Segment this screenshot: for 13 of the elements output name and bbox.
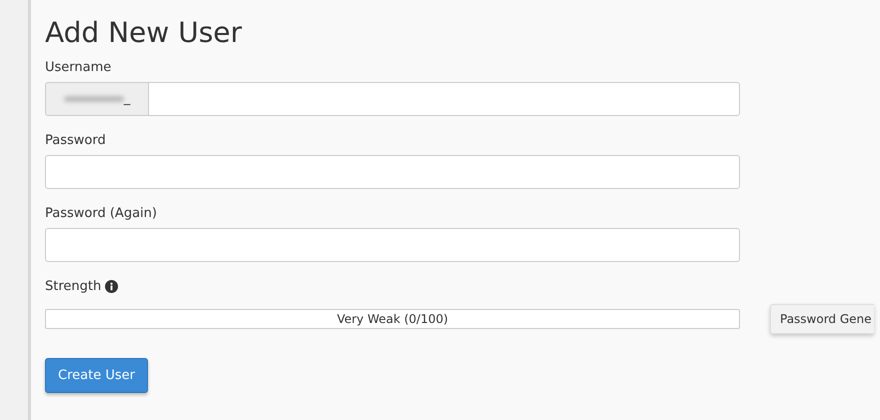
field-label: Username bbox=[45, 60, 112, 75]
input-field[interactable] bbox=[45, 228, 740, 262]
create-user-button[interactable]: Create User bbox=[45, 358, 148, 393]
username-prefix: _ bbox=[45, 82, 148, 116]
strength-reading: Very Weak (0/100) bbox=[336, 312, 448, 326]
input-field[interactable] bbox=[148, 82, 740, 116]
input-field[interactable] bbox=[45, 154, 740, 189]
field-label: Strength bbox=[45, 278, 102, 294]
info-icon[interactable] bbox=[105, 280, 118, 293]
field-label: Password (Again) bbox=[45, 206, 158, 221]
page-title: Add New User bbox=[45, 16, 243, 50]
field-label: Password bbox=[45, 132, 107, 148]
password-generator-button[interactable]: Password Gene bbox=[770, 304, 874, 334]
